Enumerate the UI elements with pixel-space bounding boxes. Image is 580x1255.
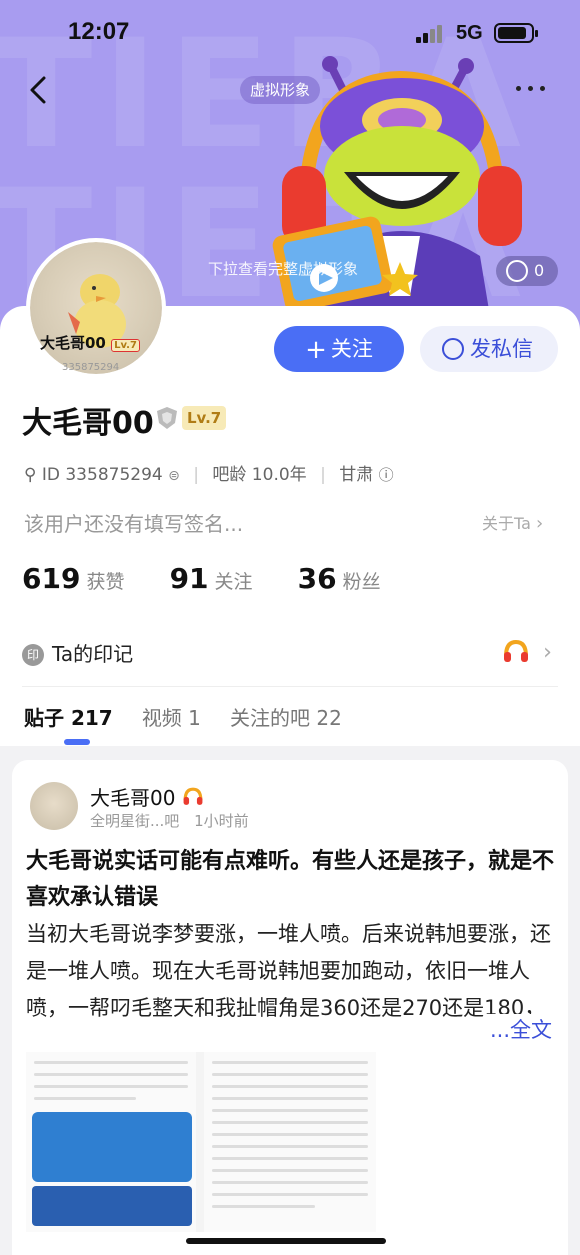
pull-down-hint: 下拉查看完整虚拟形象 <box>208 260 359 278</box>
message-icon <box>442 338 464 360</box>
back-button[interactable] <box>20 70 60 110</box>
location: 甘肃 <box>339 465 374 485</box>
user-id: ID 335875294 <box>41 465 163 485</box>
avatar-caption-level: Lv.7 <box>111 339 140 352</box>
copy-icon[interactable]: ⊜ <box>168 468 180 484</box>
imprint-row[interactable]: 印 Ta的印记 <box>22 638 133 667</box>
signature-text: 该用户还没有填写签名... <box>24 512 244 536</box>
headphone-badge-icon <box>183 787 203 805</box>
post-source: 全明星街...吧 1小时前 <box>90 812 249 830</box>
tab-followed-bars[interactable]: 关注的吧 22 <box>230 702 342 731</box>
stat-fans[interactable]: 36 粉丝 <box>298 562 381 595</box>
content-tabs: 贴子 217 视频 1 关注的吧 22 <box>24 702 366 731</box>
post-title[interactable]: 大毛哥说实话可能有点难听。有些人还是孩子，就是不喜欢承认错误 <box>26 844 556 916</box>
battery-icon <box>494 23 538 43</box>
post-images[interactable] <box>26 1052 376 1232</box>
avatar-caption-name: 大毛哥00 Lv.7 <box>40 332 140 353</box>
more-options-button[interactable] <box>510 80 550 100</box>
status-bar: 12:07 5G <box>0 0 580 70</box>
user-name: 大毛哥00 <box>22 406 154 441</box>
help-icon[interactable]: ⓘ <box>379 466 394 484</box>
chevron-right-icon: › <box>543 639 552 665</box>
active-tab-indicator <box>64 739 90 745</box>
tab-videos[interactable]: 视频 1 <box>142 702 201 731</box>
post-card[interactable]: 大毛哥00 全明星街...吧 1小时前 大毛哥说实话可能有点难听。有些人还是孩子… <box>12 760 568 1255</box>
post-image-text[interactable] <box>204 1052 376 1232</box>
like-button[interactable]: 0 <box>496 256 558 286</box>
about-link[interactable]: 关于Ta › <box>482 510 543 534</box>
game-screenshot-image <box>32 1112 192 1182</box>
read-more-link[interactable]: ...全文 <box>484 1014 553 1044</box>
profile-meta: ⚲ ID 335875294 ⊜ | 吧龄 10.0年 | 甘肃 ⓘ <box>24 465 394 485</box>
more-dot-icon <box>528 86 533 91</box>
post-body[interactable]: 当初大毛哥说李梦要涨，一堆人喷。后来说韩旭要涨，还是一堆人喷。现在大毛哥说韩旭要… <box>26 916 556 1027</box>
avatar[interactable] <box>26 238 166 378</box>
post-image-screenshot[interactable] <box>26 1052 196 1232</box>
game-screenshot-image <box>32 1186 192 1226</box>
post-avatar[interactable] <box>30 782 78 830</box>
home-indicator <box>186 1238 386 1244</box>
search-icon: ⚲ <box>24 465 37 485</box>
like-count: 0 <box>534 261 545 280</box>
imprint-icon: 印 <box>22 644 44 666</box>
post-author[interactable]: 大毛哥00 <box>90 782 204 811</box>
message-button[interactable]: 发私信 <box>420 326 558 372</box>
avatar-caption-id: 335875294 <box>62 362 120 373</box>
level-badge: Lv.7 <box>182 406 227 430</box>
signal-icon <box>416 24 444 43</box>
shield-badge-icon <box>157 407 177 429</box>
follow-button[interactable]: + 关注 <box>274 326 404 372</box>
divider <box>22 686 558 687</box>
chevron-left-icon <box>30 76 46 104</box>
bar-age: 吧龄 10.0年 <box>212 465 307 485</box>
headphone-badge-icon <box>504 639 528 662</box>
smile-icon <box>506 260 528 282</box>
tab-posts[interactable]: 贴子 217 <box>24 702 113 731</box>
stats-row: 619 获赞 91 关注 36 粉丝 <box>22 562 421 595</box>
chevron-right-icon: › <box>536 513 544 534</box>
more-dot-icon <box>540 86 545 91</box>
stat-following[interactable]: 91 关注 <box>170 562 253 595</box>
imprint-badges[interactable]: › <box>502 638 552 666</box>
more-dot-icon <box>516 86 521 91</box>
status-time: 12:07 <box>68 18 130 45</box>
stat-likes[interactable]: 619 获赞 <box>22 562 124 595</box>
virtual-avatar-tag[interactable]: 虚拟形象 <box>240 76 321 104</box>
network-label: 5G <box>456 22 483 44</box>
plus-icon: + <box>305 335 327 365</box>
